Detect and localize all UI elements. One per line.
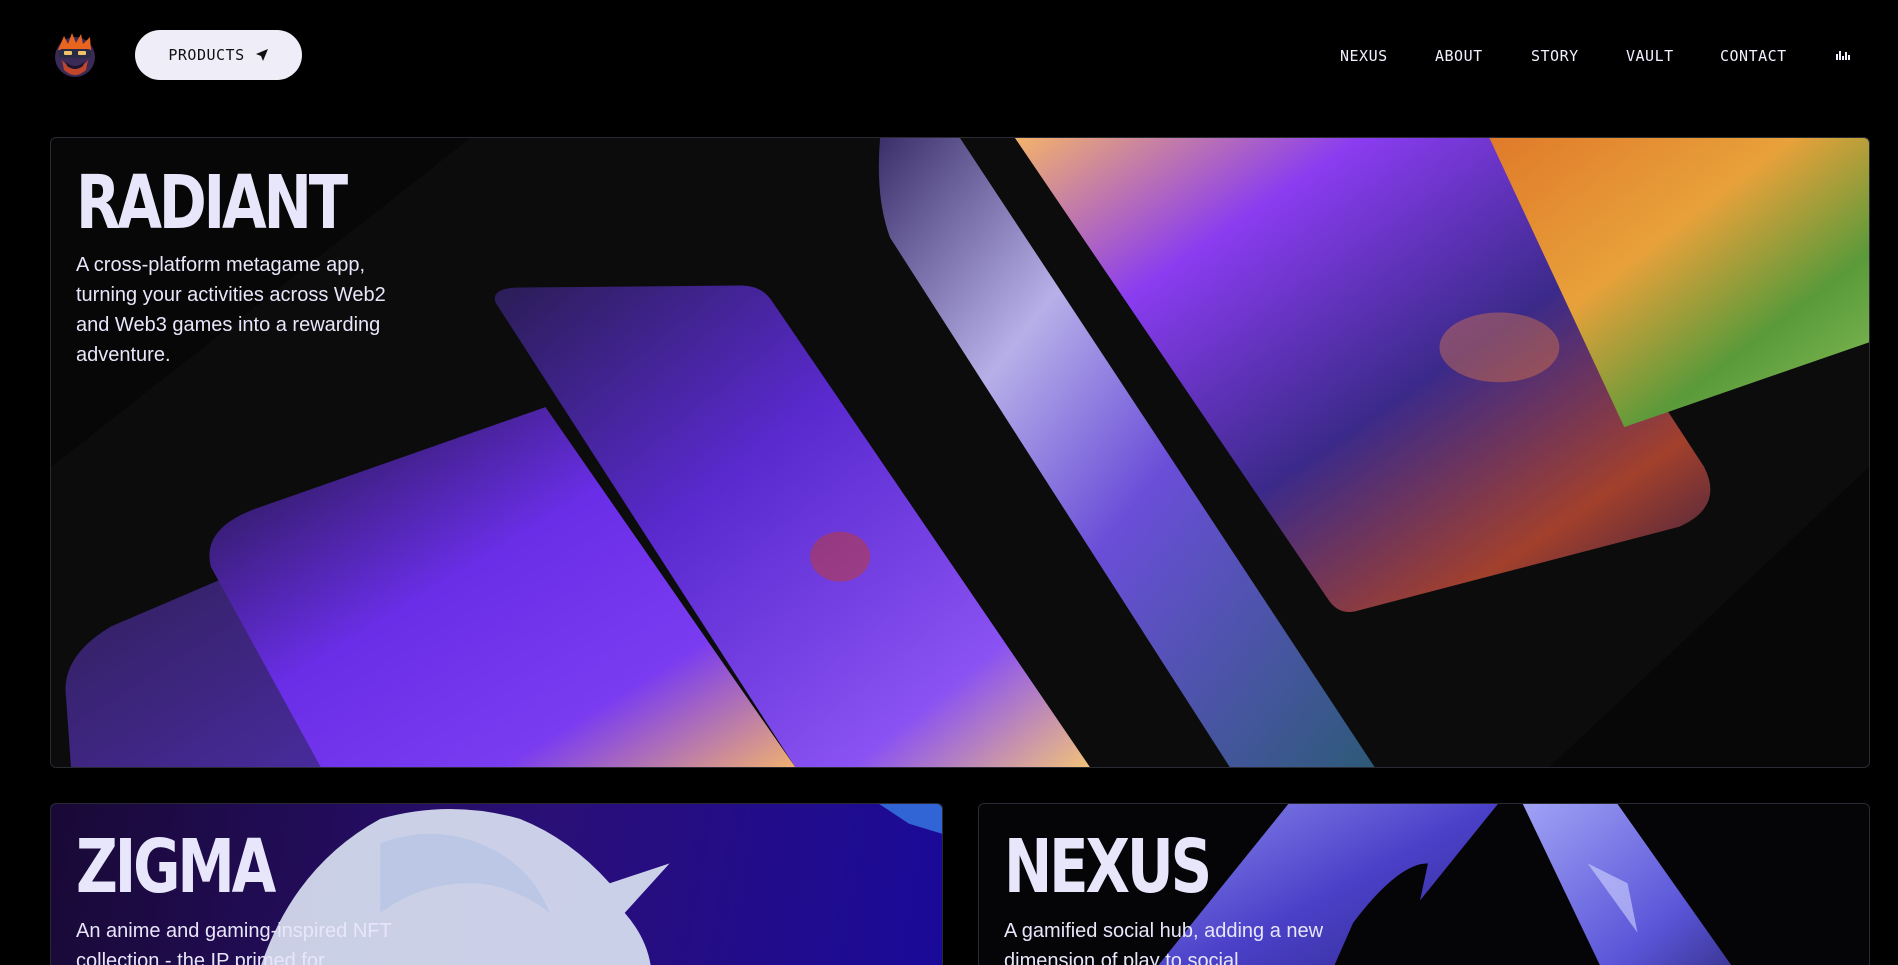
zigma-title: ZIGMA [76,824,276,910]
nexus-title: NEXUS [1004,824,1212,910]
zigma-card[interactable]: ZIGMA An anime and gaming-inspired NFT c… [50,803,943,965]
radiant-title: RADIANT [76,160,348,246]
nav-links: NEXUS ABOUT STORY VAULT CONTACT [0,47,1898,67]
nav-link-vault[interactable]: VAULT [1626,47,1674,65]
nav-link-story[interactable]: STORY [1531,47,1579,65]
nav-link-contact[interactable]: CONTACT [1720,47,1787,65]
nav-link-about[interactable]: ABOUT [1435,47,1483,65]
radiant-description: A cross-platform metagame app, turning y… [76,254,386,366]
page: PRODUCTS NEXUS ABOUT STORY VAULT CONTACT [0,0,1898,965]
top-nav: PRODUCTS NEXUS ABOUT STORY VAULT CONTACT [0,0,1898,112]
nexus-card[interactable]: NEXUS A gamified social hub, adding a ne… [978,803,1870,965]
nexus-description: A gamified social hub, adding a new dime… [1004,920,1324,965]
zigma-description: An anime and gaming-inspired NFT collect… [76,920,392,965]
audio-indicator-icon[interactable] [1836,50,1850,60]
nav-link-nexus[interactable]: NEXUS [1340,47,1388,65]
radiant-card[interactable]: RADIANT A cross-platform metagame app, t… [50,137,1870,768]
